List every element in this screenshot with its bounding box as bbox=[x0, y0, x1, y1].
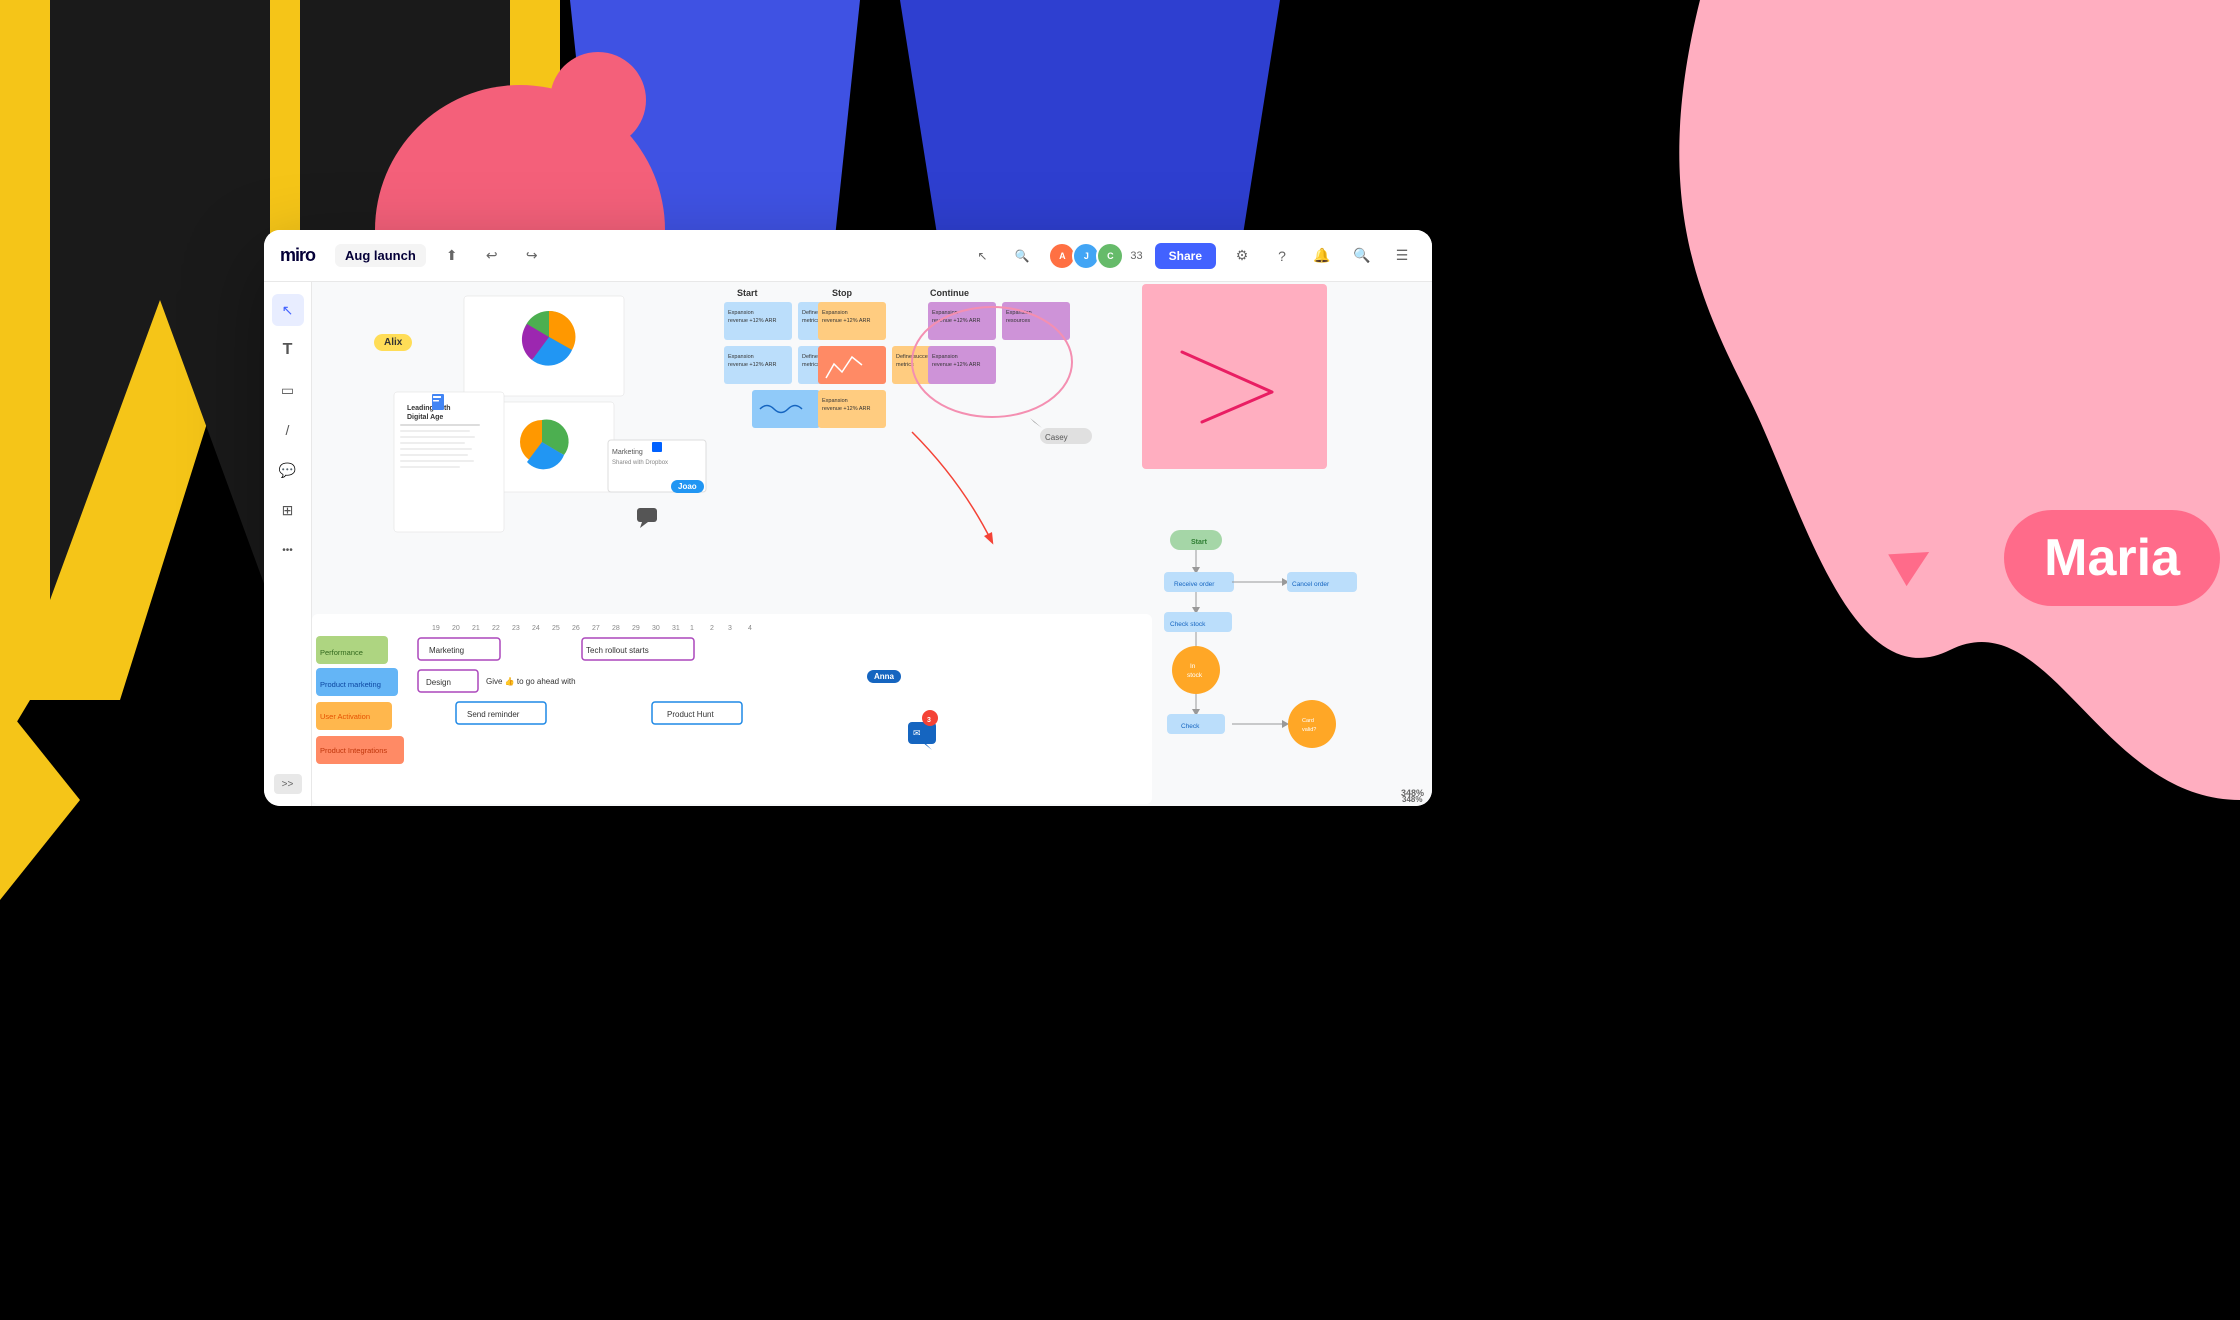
svg-text:Continue: Continue bbox=[930, 288, 969, 298]
svg-text:Give 👍 to go ahead with: Give 👍 to go ahead with bbox=[486, 676, 576, 686]
svg-text:metrics: metrics bbox=[802, 362, 820, 368]
pen-tool[interactable]: / bbox=[272, 414, 304, 446]
user-avatars: A J C 33 bbox=[1048, 242, 1142, 270]
svg-text:27: 27 bbox=[592, 625, 600, 632]
svg-text:Product marketing: Product marketing bbox=[320, 680, 381, 689]
svg-text:Product Integrations: Product Integrations bbox=[320, 746, 387, 755]
notifications-icon[interactable]: 🔔 bbox=[1308, 242, 1336, 270]
svg-text:revenue +12% ARR: revenue +12% ARR bbox=[932, 362, 980, 368]
miro-toolbar: miro Aug launch ⬆ ↩ ↪ ↖ 🔍 A J C 33 Share… bbox=[264, 230, 1432, 282]
board-name[interactable]: Aug launch bbox=[335, 244, 426, 267]
zoom-indicator: 348% bbox=[1401, 788, 1424, 798]
svg-text:Expansion: Expansion bbox=[822, 398, 848, 404]
svg-text:24: 24 bbox=[532, 625, 540, 632]
svg-text:28: 28 bbox=[612, 625, 620, 632]
upload-button[interactable]: ⬆ bbox=[438, 242, 466, 270]
avatar-3: C bbox=[1096, 242, 1124, 270]
svg-text:Expansion: Expansion bbox=[932, 354, 958, 360]
left-sidebar: ↖ T ▭ / 💬 ⊞ ••• >> bbox=[264, 282, 312, 806]
svg-text:Start: Start bbox=[1191, 539, 1208, 546]
svg-text:1: 1 bbox=[690, 625, 694, 632]
redo-button[interactable]: ↪ bbox=[518, 242, 546, 270]
svg-text:Stop: Stop bbox=[832, 288, 852, 298]
menu-icon[interactable]: ☰ bbox=[1388, 242, 1416, 270]
avatar-count: 33 bbox=[1130, 250, 1142, 262]
svg-text:stock: stock bbox=[1187, 672, 1203, 679]
svg-text:Define success: Define success bbox=[802, 310, 840, 316]
svg-text:Expansion: Expansion bbox=[1006, 310, 1032, 316]
svg-text:Marketing: Marketing bbox=[429, 646, 464, 655]
sidebar-expand-button[interactable]: >> bbox=[274, 774, 302, 794]
svg-text:Start: Start bbox=[737, 288, 758, 298]
more-tools[interactable]: ••• bbox=[272, 534, 304, 566]
svg-text:25: 25 bbox=[552, 625, 560, 632]
miro-logo: miro bbox=[280, 245, 315, 266]
svg-text:22: 22 bbox=[492, 625, 500, 632]
zoom-icon[interactable]: 🔍 bbox=[1008, 242, 1036, 270]
svg-text:Performance: Performance bbox=[320, 648, 363, 657]
svg-text:Digital Age: Digital Age bbox=[407, 414, 443, 421]
svg-text:Product Hunt: Product Hunt bbox=[667, 710, 714, 719]
svg-text:Design: Design bbox=[426, 678, 451, 687]
comment-tool[interactable]: 💬 bbox=[272, 454, 304, 486]
undo-button[interactable]: ↩ bbox=[478, 242, 506, 270]
svg-text:Tech rollout starts: Tech rollout starts bbox=[586, 646, 649, 655]
anna-cursor-label: Anna bbox=[867, 670, 901, 683]
select-tool[interactable]: ↖ bbox=[272, 294, 304, 326]
svg-text:metrics: metrics bbox=[802, 318, 820, 324]
maria-cursor-label: Maria bbox=[2004, 510, 2220, 606]
svg-text:Check: Check bbox=[1181, 723, 1200, 730]
svg-text:Expansion: Expansion bbox=[728, 354, 754, 360]
svg-text:valid?: valid? bbox=[1302, 727, 1316, 733]
svg-text:Receive order: Receive order bbox=[1174, 581, 1215, 588]
svg-text:Casey: Casey bbox=[1045, 433, 1068, 442]
svg-text:20: 20 bbox=[452, 625, 460, 632]
svg-text:revenue +12% ARR: revenue +12% ARR bbox=[728, 362, 776, 368]
svg-text:Marketing: Marketing bbox=[612, 449, 643, 456]
sticky-tool[interactable]: ▭ bbox=[272, 374, 304, 406]
svg-text:Card: Card bbox=[1302, 718, 1314, 724]
svg-text:In: In bbox=[1190, 663, 1196, 670]
svg-text:Check stock: Check stock bbox=[1170, 621, 1206, 628]
svg-text:Expansion: Expansion bbox=[822, 310, 848, 316]
svg-text:21: 21 bbox=[472, 625, 480, 632]
text-tool[interactable]: T bbox=[272, 334, 304, 366]
svg-text:revenue +12% ARR: revenue +12% ARR bbox=[822, 406, 870, 412]
help-icon[interactable]: ? bbox=[1268, 242, 1296, 270]
svg-text:revenue +12% ARR: revenue +12% ARR bbox=[728, 318, 776, 324]
svg-text:23: 23 bbox=[512, 625, 520, 632]
svg-text:revenue +12% ARR: revenue +12% ARR bbox=[932, 318, 980, 324]
svg-text:Expansion: Expansion bbox=[728, 310, 754, 316]
svg-text:Define success: Define success bbox=[896, 354, 934, 360]
svg-text:revenue +12% ARR: revenue +12% ARR bbox=[822, 318, 870, 324]
cursor-tool-icon[interactable]: ↖ bbox=[968, 242, 996, 270]
svg-text:31: 31 bbox=[672, 625, 680, 632]
miro-window: miro Aug launch ⬆ ↩ ↪ ↖ 🔍 A J C 33 Share… bbox=[264, 230, 1432, 806]
svg-text:resources: resources bbox=[1006, 318, 1030, 324]
joao-cursor-label: Joao bbox=[671, 480, 704, 493]
frame-tool[interactable]: ⊞ bbox=[272, 494, 304, 526]
svg-text:✉: ✉ bbox=[913, 728, 921, 738]
svg-text:User Activation: User Activation bbox=[320, 712, 370, 721]
svg-text:29: 29 bbox=[632, 625, 640, 632]
svg-text:metrics: metrics bbox=[896, 362, 914, 368]
svg-text:Leading in th: Leading in th bbox=[407, 405, 451, 412]
svg-text:30: 30 bbox=[652, 625, 660, 632]
share-button[interactable]: Share bbox=[1155, 243, 1216, 269]
svg-text:3: 3 bbox=[728, 625, 732, 632]
svg-text:Send reminder: Send reminder bbox=[467, 710, 520, 719]
svg-text:3: 3 bbox=[927, 717, 931, 724]
svg-text:Shared with Dropbox: Shared with Dropbox bbox=[612, 460, 668, 466]
search-icon[interactable]: 🔍 bbox=[1348, 242, 1376, 270]
svg-text:19: 19 bbox=[432, 625, 440, 632]
svg-text:26: 26 bbox=[572, 625, 580, 632]
svg-text:Expansion: Expansion bbox=[932, 310, 958, 316]
svg-text:Cancel order: Cancel order bbox=[1292, 581, 1330, 588]
alix-cursor-label: Alix bbox=[374, 334, 412, 351]
svg-text:4: 4 bbox=[748, 625, 752, 632]
svg-text:Define success: Define success bbox=[802, 354, 840, 360]
settings-icon[interactable]: ⚙ bbox=[1228, 242, 1256, 270]
svg-text:2: 2 bbox=[710, 625, 714, 632]
miro-canvas[interactable]: Leading in th Digital Age Marketing Shar… bbox=[312, 282, 1432, 806]
